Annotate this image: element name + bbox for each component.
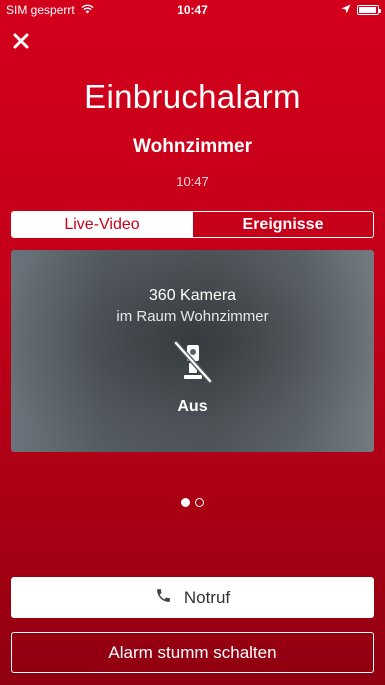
tab-bar: Live-Video Ereignisse <box>11 211 374 238</box>
camera-off-icon <box>173 340 213 384</box>
camera-location: im Raum Wohnzimmer <box>116 308 269 325</box>
page-indicator <box>0 498 385 507</box>
status-bar: SIM gesperrt 10:47 <box>0 0 385 20</box>
camera-card[interactable]: 360 Kamera im Raum Wohnzimmer Aus <box>11 250 374 452</box>
close-button[interactable] <box>10 30 32 52</box>
location-arrow-icon <box>341 3 351 17</box>
status-bar-time: 10:47 <box>177 3 208 17</box>
alarm-title: Einbruchalarm <box>84 78 301 115</box>
camera-status: Aus <box>177 398 208 415</box>
tab-live-video[interactable]: Live-Video <box>12 212 192 237</box>
page-dot-1[interactable] <box>181 498 190 507</box>
close-icon <box>13 33 29 49</box>
mute-alarm-button[interactable]: Alarm stumm schalten <box>11 632 374 673</box>
status-bar-right <box>341 3 381 17</box>
emergency-call-label: Notruf <box>183 587 231 607</box>
phone-icon <box>155 587 172 609</box>
page-dot-2[interactable] <box>195 498 204 507</box>
camera-name: 360 Kamera <box>148 287 237 304</box>
alarm-time: 10:47 <box>176 174 209 189</box>
mute-alarm-label: Alarm stumm schalten <box>108 642 277 662</box>
battery-icon <box>357 5 381 15</box>
emergency-call-button[interactable]: Notruf <box>11 577 374 618</box>
tab-events[interactable]: Ereignisse <box>192 212 373 237</box>
alarm-room: Wohnzimmer <box>133 136 252 157</box>
